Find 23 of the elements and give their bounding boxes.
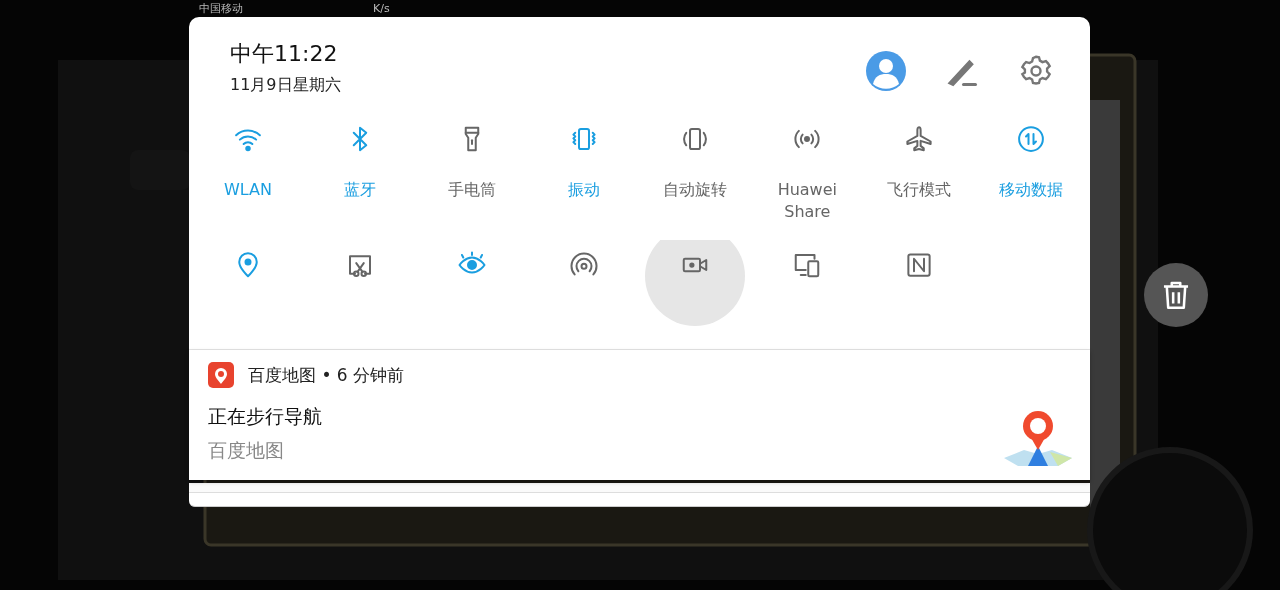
map-pin-icon bbox=[1004, 410, 1072, 468]
toggle-label[interactable]: Huawei Share bbox=[762, 179, 853, 224]
toggle-label[interactable]: WLAN bbox=[202, 179, 293, 202]
data-arrows-icon bbox=[1016, 124, 1047, 154]
network-speed: K/s bbox=[373, 2, 390, 15]
carrier-text: 中国移动 bbox=[199, 1, 243, 16]
notification-source: 百度地图 • 6 分钟前 bbox=[248, 363, 405, 387]
notification-title: 正在步行导航 bbox=[208, 404, 323, 429]
date-text: 11月9日星期六 bbox=[230, 75, 342, 96]
toggle-button[interactable] bbox=[1016, 124, 1047, 154]
toggle-label[interactable]: 振动 bbox=[538, 179, 629, 202]
toggle-label[interactable]: 自动旋转 bbox=[650, 179, 741, 202]
app-icon bbox=[208, 362, 234, 388]
toggle-button[interactable] bbox=[904, 124, 935, 154]
notification-text: 百度地图 bbox=[208, 438, 285, 463]
toggle-label[interactable]: 蓝牙 bbox=[314, 179, 405, 202]
toggle-label[interactable]: 飞行模式 bbox=[874, 179, 965, 202]
toggle-label[interactable]: 移动数据 bbox=[986, 179, 1077, 202]
toggle-label[interactable]: 手电筒 bbox=[426, 179, 517, 202]
airplane-icon bbox=[904, 124, 935, 154]
clock-time: 中午11:22 bbox=[230, 40, 339, 68]
notification-card[interactable]: 百度地图 • 6 分钟前 正在步行导航 百度地图 bbox=[189, 350, 1090, 480]
avatar-icon[interactable] bbox=[866, 51, 906, 91]
